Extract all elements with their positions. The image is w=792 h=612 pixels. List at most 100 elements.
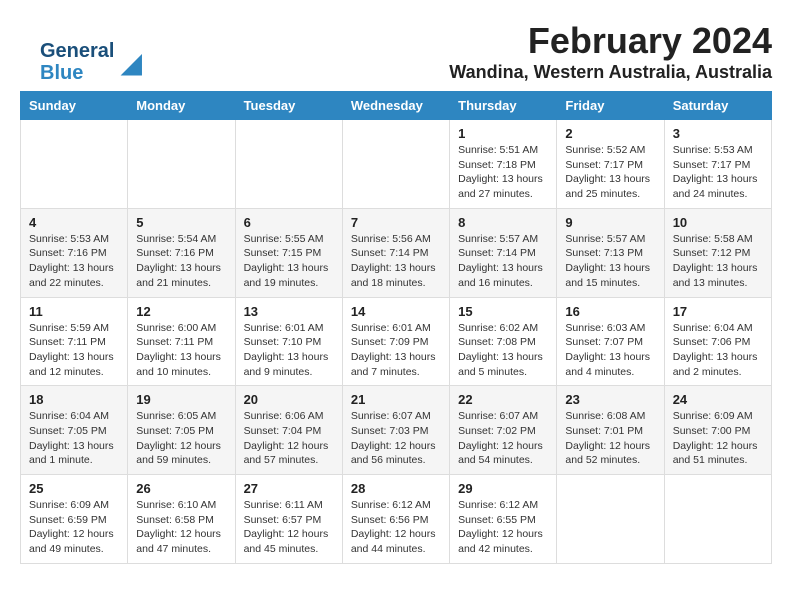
day-number: 17 [673,304,763,319]
table-row: 3 Sunrise: 5:53 AMSunset: 7:17 PMDaylight… [664,120,771,209]
header-saturday: Saturday [664,92,771,120]
day-number: 28 [351,481,441,496]
day-number: 21 [351,392,441,407]
table-row: 26Sunrise: 6:10 AMSunset: 6:58 PMDayligh… [128,475,235,564]
header-monday: Monday [128,92,235,120]
day-number: 15 [458,304,548,319]
header-tuesday: Tuesday [235,92,342,120]
table-row: 7Sunrise: 5:56 AMSunset: 7:14 PMDaylight… [342,208,449,297]
table-row: 22 Sunrise: 6:07 AMSunset: 7:02 PMDayligh… [450,386,557,475]
table-row: 12 Sunrise: 6:00 AMSunset: 7:11 PMDayligh… [128,297,235,386]
day-number: 6 [244,215,334,230]
header-wednesday: Wednesday [342,92,449,120]
day-number: 18 [29,392,119,407]
table-row [128,120,235,209]
day-number: 12 [136,304,226,319]
day-info: Sunrise: 6:07 AMSunset: 7:03 PMDaylight:… [351,410,436,466]
day-info: Sunrise: 6:00 AMSunset: 7:11 PMDaylight:… [136,322,221,378]
day-info: Sunrise: 6:09 AMSunset: 7:00 PMDaylight:… [673,410,758,466]
day-number: 24 [673,392,763,407]
day-info: Sunrise: 6:11 AMSunset: 6:57 PMDaylight:… [244,499,329,555]
table-row: 9 Sunrise: 5:57 AMSunset: 7:13 PMDaylight… [557,208,664,297]
calendar-week-row: 4 Sunrise: 5:53 AMSunset: 7:16 PMDaylight… [21,208,772,297]
table-row: 5 Sunrise: 5:54 AMSunset: 7:16 PMDaylight… [128,208,235,297]
day-info: Sunrise: 6:12 AMSunset: 6:55 PMDaylight:… [458,499,543,555]
day-info: Sunrise: 5:54 AMSunset: 7:16 PMDaylight:… [136,233,221,289]
day-number: 26 [136,481,226,496]
day-info: Sunrise: 6:08 AMSunset: 7:01 PMDaylight:… [565,410,650,466]
day-info: Sunrise: 6:12 AMSunset: 6:56 PMDaylight:… [351,499,436,555]
table-row: 8 Sunrise: 5:57 AMSunset: 7:14 PMDaylight… [450,208,557,297]
day-info: Sunrise: 5:59 AMSunset: 7:11 PMDaylight:… [29,322,114,378]
table-row [342,120,449,209]
header-friday: Friday [557,92,664,120]
table-row: 28 Sunrise: 6:12 AMSunset: 6:56 PMDayligh… [342,475,449,564]
day-info: Sunrise: 5:56 AMSunset: 7:14 PMDaylight:… [351,233,436,289]
table-row: 13 Sunrise: 6:01 AMSunset: 7:10 PMDayligh… [235,297,342,386]
day-number: 10 [673,215,763,230]
day-info: Sunrise: 6:01 AMSunset: 7:09 PMDaylight:… [351,322,436,378]
table-row: 1 Sunrise: 5:51 AMSunset: 7:18 PMDaylight… [450,120,557,209]
day-info: Sunrise: 5:53 AMSunset: 7:16 PMDaylight:… [29,233,114,289]
table-row: 6 Sunrise: 5:55 AMSunset: 7:15 PMDaylight… [235,208,342,297]
table-row: 15 Sunrise: 6:02 AMSunset: 7:08 PMDayligh… [450,297,557,386]
day-info: Sunrise: 5:57 AMSunset: 7:14 PMDaylight:… [458,233,543,289]
table-row: 16Sunrise: 6:03 AMSunset: 7:07 PMDayligh… [557,297,664,386]
day-info: Sunrise: 6:03 AMSunset: 7:07 PMDaylight:… [565,322,650,378]
day-number: 22 [458,392,548,407]
day-number: 19 [136,392,226,407]
table-row: 19 Sunrise: 6:05 AMSunset: 7:05 PMDayligh… [128,386,235,475]
table-row [235,120,342,209]
table-row: 21 Sunrise: 6:07 AMSunset: 7:03 PMDayligh… [342,386,449,475]
day-number: 3 [673,126,763,141]
table-row [557,475,664,564]
day-info: Sunrise: 5:57 AMSunset: 7:13 PMDaylight:… [565,233,650,289]
day-number: 13 [244,304,334,319]
day-info: Sunrise: 5:58 AMSunset: 7:12 PMDaylight:… [673,233,758,289]
table-row [21,120,128,209]
day-number: 11 [29,304,119,319]
day-number: 1 [458,126,548,141]
table-row: 2Sunrise: 5:52 AMSunset: 7:17 PMDaylight… [557,120,664,209]
table-row: 11 Sunrise: 5:59 AMSunset: 7:11 PMDayligh… [21,297,128,386]
day-number: 5 [136,215,226,230]
day-number: 9 [565,215,655,230]
header-thursday: Thursday [450,92,557,120]
calendar-week-row: 11 Sunrise: 5:59 AMSunset: 7:11 PMDayligh… [21,297,772,386]
day-number: 20 [244,392,334,407]
table-row: 4 Sunrise: 5:53 AMSunset: 7:16 PMDaylight… [21,208,128,297]
day-info: Sunrise: 5:51 AMSunset: 7:18 PMDaylight:… [458,144,543,200]
calendar-week-row: 25 Sunrise: 6:09 AMSunset: 6:59 PMDayligh… [21,475,772,564]
day-info: Sunrise: 6:04 AMSunset: 7:05 PMDaylight:… [29,410,114,466]
table-row: 14 Sunrise: 6:01 AMSunset: 7:09 PMDayligh… [342,297,449,386]
header-sunday: Sunday [21,92,128,120]
logo-text: GeneralBlue [40,40,114,84]
table-row: 10 Sunrise: 5:58 AMSunset: 7:12 PMDayligh… [664,208,771,297]
day-info: Sunrise: 6:09 AMSunset: 6:59 PMDaylight:… [29,499,114,555]
day-number: 23 [565,392,655,407]
day-info: Sunrise: 6:06 AMSunset: 7:04 PMDaylight:… [244,410,329,466]
table-row: 20 Sunrise: 6:06 AMSunset: 7:04 PMDayligh… [235,386,342,475]
day-number: 25 [29,481,119,496]
day-info: Sunrise: 6:05 AMSunset: 7:05 PMDaylight:… [136,410,221,466]
calendar-header-row: Sunday Monday Tuesday Wednesday Thursday… [21,92,772,120]
day-info: Sunrise: 6:02 AMSunset: 7:08 PMDaylight:… [458,322,543,378]
calendar-week-row: 18 Sunrise: 6:04 AMSunset: 7:05 PMDayligh… [21,386,772,475]
day-info: Sunrise: 6:04 AMSunset: 7:06 PMDaylight:… [673,322,758,378]
day-number: 14 [351,304,441,319]
table-row: 17 Sunrise: 6:04 AMSunset: 7:06 PMDayligh… [664,297,771,386]
day-number: 2 [565,126,655,141]
calendar-week-row: 1 Sunrise: 5:51 AMSunset: 7:18 PMDaylight… [21,120,772,209]
logo: GeneralBlue ◢ [40,40,142,84]
day-number: 8 [458,215,548,230]
day-number: 4 [29,215,119,230]
calendar-table: Sunday Monday Tuesday Wednesday Thursday… [20,91,772,564]
table-row: 24 Sunrise: 6:09 AMSunset: 7:00 PMDayligh… [664,386,771,475]
day-number: 29 [458,481,548,496]
table-row: 29 Sunrise: 6:12 AMSunset: 6:55 PMDayligh… [450,475,557,564]
day-info: Sunrise: 5:55 AMSunset: 7:15 PMDaylight:… [244,233,329,289]
logo-bird-icon: ◢ [120,46,142,79]
day-info: Sunrise: 6:01 AMSunset: 7:10 PMDaylight:… [244,322,329,378]
day-info: Sunrise: 5:53 AMSunset: 7:17 PMDaylight:… [673,144,758,200]
day-info: Sunrise: 6:07 AMSunset: 7:02 PMDaylight:… [458,410,543,466]
